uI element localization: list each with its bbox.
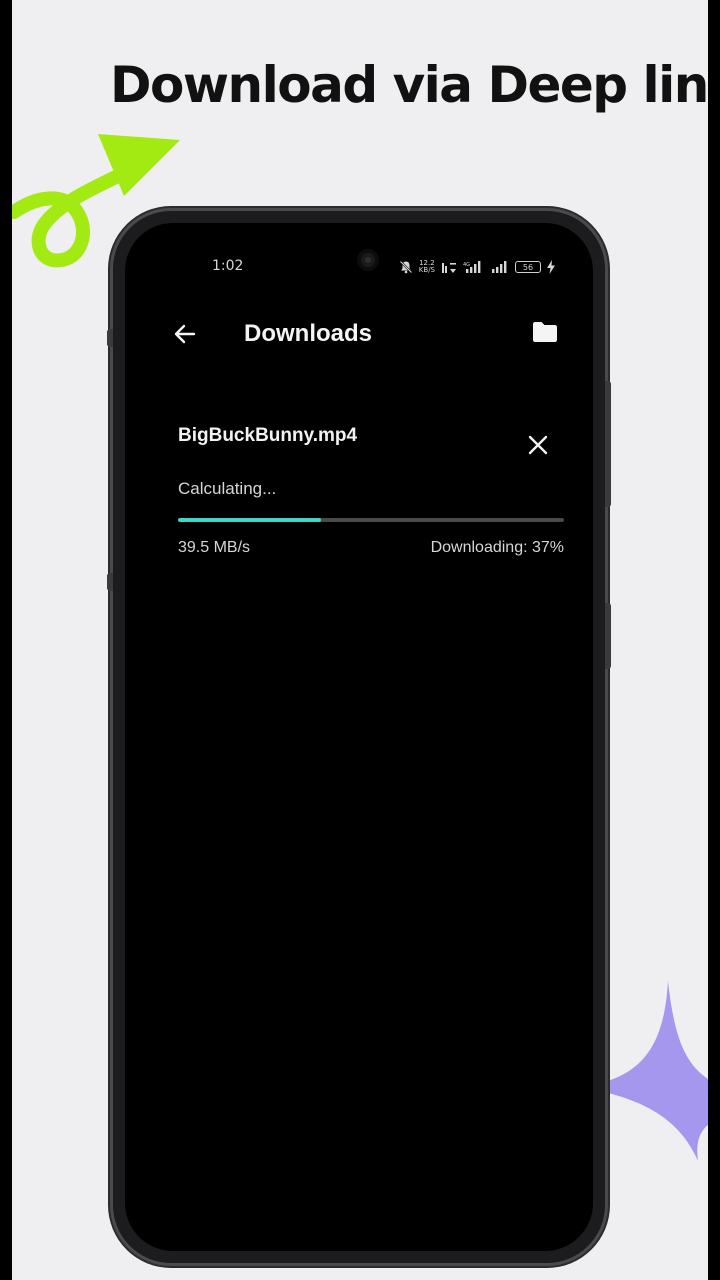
page-title: Downloads (244, 320, 373, 347)
svg-text:4G: 4G (463, 262, 470, 268)
arrow-left-icon (174, 324, 196, 344)
side-frame-mark (107, 329, 113, 347)
status-time: 1:02 (212, 258, 244, 274)
cancel-download-button[interactable] (523, 430, 553, 460)
volume-button (605, 603, 611, 669)
download-progress-bar (178, 518, 564, 522)
phone-mockup: 1:02 12.2 KB/S 4G 56 Downloads BigBuckBu… (107, 211, 611, 1263)
download-progress-label: Downloading: 37% (430, 539, 564, 556)
battery-icon: 56 (515, 261, 541, 273)
download-progress-fill (178, 518, 321, 522)
open-folder-button[interactable] (531, 320, 561, 346)
download-status: Calculating... (178, 479, 277, 498)
signal-icon: 4G (463, 260, 485, 274)
network-speed-unit: KB/S (418, 266, 435, 274)
phone-screen: 1:02 12.2 KB/S 4G 56 Downloads BigBuckBu… (125, 223, 593, 1251)
signal-icon (491, 260, 509, 274)
download-filename: BigBuckBunny.mp4 (178, 425, 358, 446)
front-camera (357, 249, 379, 271)
back-button[interactable] (173, 319, 213, 349)
side-frame-mark (107, 573, 113, 591)
wifi-calling-icon (441, 260, 457, 274)
network-speed: 12.2 KB/S (419, 260, 435, 274)
charging-icon (547, 260, 555, 274)
promo-screenshot: Download via Deep link 1:02 12.2 KB/S 4G… (0, 0, 720, 1280)
promo-headline: Download via Deep link (110, 56, 708, 114)
folder-icon (533, 322, 557, 342)
download-speed: 39.5 MB/s (178, 539, 251, 556)
power-button (605, 381, 611, 507)
close-icon (528, 435, 548, 455)
mute-icon (399, 260, 413, 274)
status-icons: 12.2 KB/S 4G 56 (399, 259, 555, 275)
promo-canvas: Download via Deep link 1:02 12.2 KB/S 4G… (12, 0, 708, 1280)
app-bar: Downloads (125, 309, 593, 359)
